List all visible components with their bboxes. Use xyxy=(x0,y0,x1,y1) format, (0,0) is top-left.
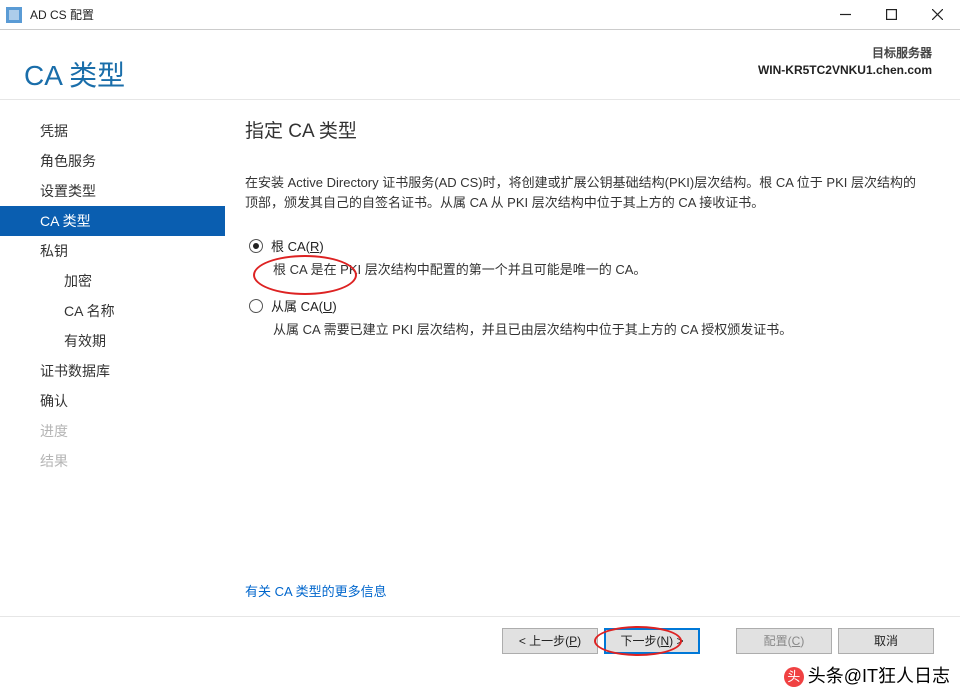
sidebar-item[interactable]: 加密 xyxy=(0,266,225,296)
sidebar-item[interactable]: 凭据 xyxy=(0,116,225,146)
sidebar-item[interactable]: CA 类型 xyxy=(0,206,225,236)
wizard-content: 指定 CA 类型 在安装 Active Directory 证书服务(AD CS… xyxy=(225,100,960,616)
sidebar-item[interactable]: 确认 xyxy=(0,386,225,416)
radio-option[interactable]: 从属 CA(U) 从属 CA 需要已建立 PKI 层次结构，并且已由层次结构中位于… xyxy=(249,296,920,338)
watermark: 头头条@IT狂人日志 xyxy=(784,662,950,688)
titlebar: AD CS 配置 xyxy=(0,0,960,30)
sidebar-item[interactable]: 私钥 xyxy=(0,236,225,266)
configure-button: 配置(C) xyxy=(736,628,832,654)
radio-label: 根 CA(R) xyxy=(271,236,324,255)
close-button[interactable] xyxy=(914,0,960,30)
target-server-label: 目标服务器 xyxy=(758,44,932,61)
page-title: CA 类型 xyxy=(24,54,125,94)
cancel-button[interactable]: 取消 xyxy=(838,628,934,654)
sidebar-item[interactable]: CA 名称 xyxy=(0,296,225,326)
previous-button[interactable]: < 上一步(P) xyxy=(502,628,598,654)
maximize-button[interactable] xyxy=(868,0,914,30)
sidebar-item[interactable]: 证书数据库 xyxy=(0,356,225,386)
app-icon xyxy=(6,7,22,23)
sidebar-item[interactable]: 设置类型 xyxy=(0,176,225,206)
radio-description: 根 CA 是在 PKI 层次结构中配置的第一个并且可能是唯一的 CA。 xyxy=(273,259,920,278)
window-controls xyxy=(822,0,960,30)
sidebar-item[interactable]: 有效期 xyxy=(0,326,225,356)
sidebar-item: 结果 xyxy=(0,446,225,476)
radio-indicator[interactable] xyxy=(249,239,263,253)
more-info-link[interactable]: 有关 CA 类型的更多信息 xyxy=(245,581,387,600)
radio-description: 从属 CA 需要已建立 PKI 层次结构，并且已由层次结构中位于其上方的 CA … xyxy=(273,319,920,338)
watermark-icon: 头 xyxy=(784,667,804,687)
target-server-block: 目标服务器 WIN-KR5TC2VNKU1.chen.com xyxy=(758,44,932,77)
window-title: AD CS 配置 xyxy=(30,6,94,23)
radio-option[interactable]: 根 CA(R) 根 CA 是在 PKI 层次结构中配置的第一个并且可能是唯一的 C… xyxy=(249,236,920,278)
wizard-body: 凭据角色服务设置类型CA 类型私钥加密CA 名称有效期证书数据库确认进度结果 指… xyxy=(0,100,960,616)
wizard-footer: < 上一步(P) 下一步(N) > 配置(C) 取消 xyxy=(0,616,960,664)
target-server-name: WIN-KR5TC2VNKU1.chen.com xyxy=(758,63,932,77)
next-button[interactable]: 下一步(N) > xyxy=(604,628,700,654)
sidebar-item[interactable]: 角色服务 xyxy=(0,146,225,176)
wizard-sidebar: 凭据角色服务设置类型CA 类型私钥加密CA 名称有效期证书数据库确认进度结果 xyxy=(0,100,225,616)
sidebar-item: 进度 xyxy=(0,416,225,446)
content-heading: 指定 CA 类型 xyxy=(245,116,920,143)
radio-indicator[interactable] xyxy=(249,299,263,313)
intro-paragraph: 在安装 Active Directory 证书服务(AD CS)时，将创建或扩展… xyxy=(245,173,920,212)
radio-label: 从属 CA(U) xyxy=(271,296,337,315)
minimize-button[interactable] xyxy=(822,0,868,30)
wizard-header: CA 类型 目标服务器 WIN-KR5TC2VNKU1.chen.com xyxy=(0,30,960,100)
